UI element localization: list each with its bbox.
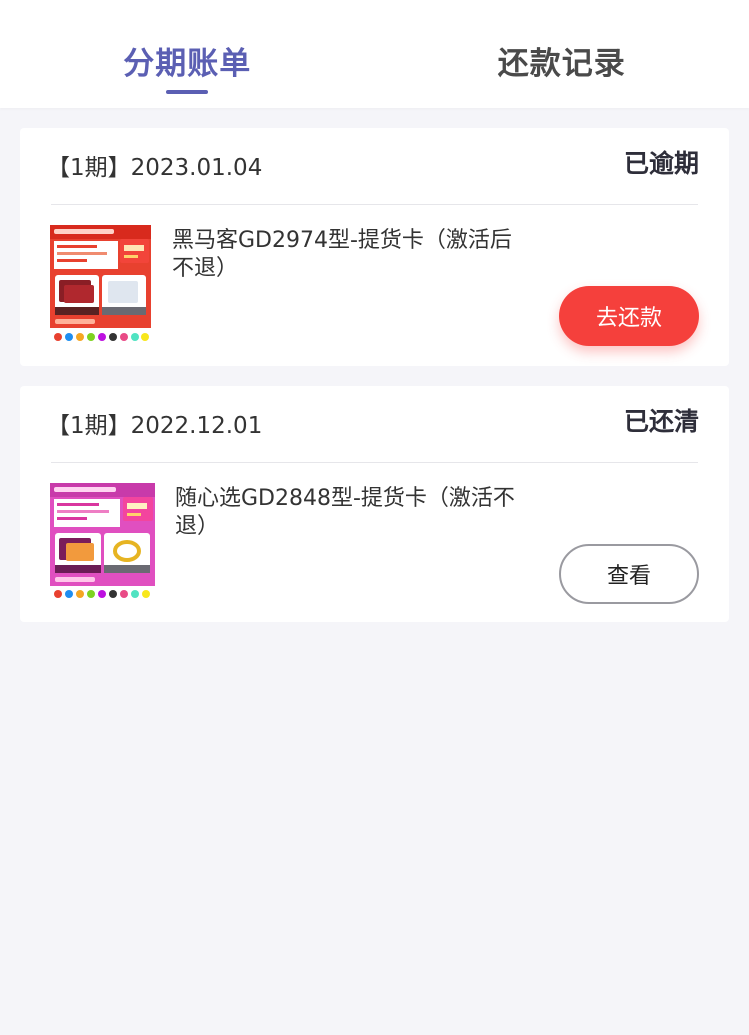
tab-repayment-records[interactable]: 还款记录 bbox=[375, 0, 749, 108]
product-thumbnail bbox=[50, 225, 151, 346]
tab-repayment-records-label: 还款记录 bbox=[497, 46, 626, 82]
bill-card-body: 随心选GD2848型-提货卡（激活不退） 查看 bbox=[20, 463, 729, 623]
product-name[interactable]: 随心选GD2848型-提货卡（激活不退） bbox=[175, 485, 530, 541]
bill-list: 【1期】2023.01.04 已逾期 黑马客GD2974型-提货卡（激活后不退）… bbox=[0, 108, 749, 622]
bill-status: 已还清 bbox=[623, 407, 699, 436]
bill-card-header: 【1期】2022.12.01 已还清 bbox=[47, 386, 699, 463]
product-thumbnail bbox=[50, 483, 155, 603]
tab-installment-bills[interactable]: 分期账单 bbox=[0, 0, 375, 108]
active-tab-indicator bbox=[166, 90, 209, 94]
product-name[interactable]: 黑马客GD2974型-提货卡（激活后不退） bbox=[172, 227, 527, 283]
tab-installment-bills-label: 分期账单 bbox=[123, 46, 252, 82]
bill-card: 【1期】2022.12.01 已还清 随心选GD2848型-提货卡（激活不退） … bbox=[20, 386, 729, 622]
bill-status: 已逾期 bbox=[623, 149, 699, 178]
view-button[interactable]: 查看 bbox=[559, 544, 699, 604]
bill-card-body: 黑马客GD2974型-提货卡（激活后不退） 去还款 bbox=[20, 205, 729, 365]
bill-card-header: 【1期】2023.01.04 已逾期 bbox=[47, 128, 699, 205]
bill-period: 【1期】2023.01.04 bbox=[47, 155, 263, 181]
bill-card: 【1期】2023.01.04 已逾期 黑马客GD2974型-提货卡（激活后不退）… bbox=[20, 128, 729, 366]
bill-period: 【1期】2022.12.01 bbox=[47, 413, 263, 439]
tab-bar: 分期账单 还款记录 bbox=[0, 0, 749, 108]
repay-button[interactable]: 去还款 bbox=[559, 286, 699, 346]
